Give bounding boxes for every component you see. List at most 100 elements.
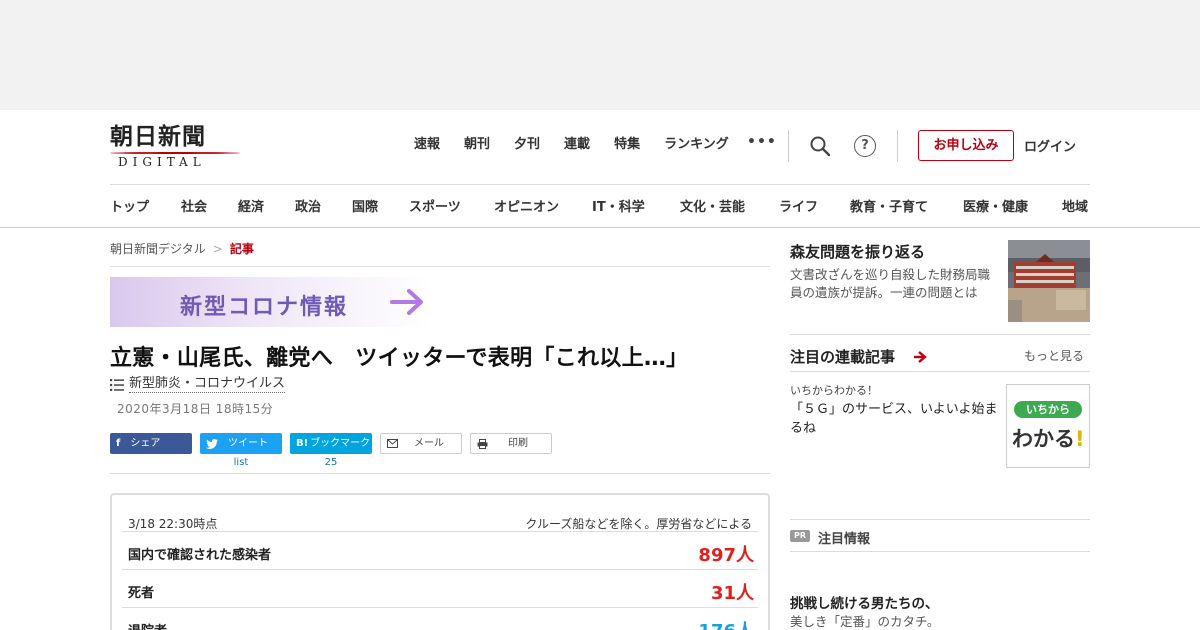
school-building-photo <box>1008 240 1090 322</box>
site-header: 朝日新聞 DIGITAL 速報 朝刊 夕刊 連載 特集 ランキング ••• ? … <box>0 110 1200 228</box>
divider <box>110 184 1090 185</box>
stats-row: 退院者 176人 <box>122 607 758 630</box>
divider <box>790 334 1090 335</box>
nav-tokushu[interactable]: 特集 <box>614 134 640 156</box>
category-nav: トップ 社会 経済 政治 国際 スポーツ オピニオン IT・科学 文化・芸能 ラ… <box>110 196 1100 216</box>
mail-label: メール <box>414 438 444 449</box>
pr-heading: 注目情報 <box>818 532 871 547</box>
stats-label: 死者 <box>128 586 155 601</box>
stats-value: 897人 <box>698 545 754 566</box>
feature-title[interactable]: 森友問題を振り返る <box>790 241 925 262</box>
facebook-share-label: シェア <box>130 438 161 449</box>
hatena-icon: B! <box>296 438 309 449</box>
divider <box>897 130 898 162</box>
list-icon <box>110 378 124 391</box>
twitter-share-label: ツイート <box>228 438 268 449</box>
nav-chokan[interactable]: 朝刊 <box>464 134 490 156</box>
pr-badge: PR <box>790 530 810 542</box>
series-thumbnail[interactable]: いちから わかる! <box>1006 384 1090 468</box>
publish-date: 2020年3月18日 18時15分 <box>117 402 274 416</box>
stats-value: 31人 <box>710 583 754 604</box>
site-logo[interactable]: 朝日新聞 DIGITAL <box>110 124 242 170</box>
category-health[interactable]: 医療・健康 <box>963 196 1028 215</box>
print-button[interactable]: 印刷 <box>470 433 552 454</box>
login-link[interactable]: ログイン <box>1024 136 1076 155</box>
category-life[interactable]: ライフ <box>779 196 818 215</box>
infection-stats-box: 3/18 22:30時点 クルーズ船などを除く。厚労省などによる 国内で確認され… <box>110 493 770 630</box>
topic-tag[interactable]: 新型肺炎・コロナウイルス <box>110 376 286 393</box>
nav-rensai[interactable]: 連載 <box>564 134 590 156</box>
badge-main-text: わかる <box>1012 427 1075 451</box>
search-icon[interactable] <box>809 135 831 157</box>
badge-top: いちから <box>1014 401 1082 418</box>
mail-button[interactable]: メール <box>380 433 462 454</box>
divider <box>790 371 1090 372</box>
banner-text: 新型コロナ情報 <box>180 295 349 320</box>
more-link[interactable]: もっと見る <box>1024 347 1084 364</box>
help-icon[interactable]: ? <box>854 135 876 157</box>
category-it-science[interactable]: IT・科学 <box>592 196 645 215</box>
facebook-icon: f <box>116 438 121 449</box>
print-label: 印刷 <box>508 438 528 449</box>
corona-info-banner[interactable]: 新型コロナ情報 <box>110 277 430 327</box>
nav-ranking[interactable]: ランキング <box>664 134 729 156</box>
logo-wordmark: 朝日新聞 <box>110 123 206 150</box>
logo-rule <box>110 152 240 154</box>
series-title[interactable]: 「５Ｇ」のサービス、いよいよ始まるね <box>790 400 1002 438</box>
top-nav: 速報 朝刊 夕刊 連載 特集 ランキング <box>414 134 753 156</box>
category-top[interactable]: トップ <box>110 196 149 215</box>
stats-row: 死者 31人 <box>122 569 758 607</box>
hatena-count[interactable]: 25 <box>290 457 372 468</box>
category-kokusai[interactable]: 国際 <box>352 196 378 215</box>
logo-subtitle: DIGITAL <box>118 155 206 169</box>
stats-note: クルーズ船などを除く。厚労省などによる <box>525 517 752 531</box>
stats-timestamp: 3/18 22:30時点 <box>128 517 218 531</box>
category-seiji[interactable]: 政治 <box>295 196 321 215</box>
mail-icon <box>387 439 398 448</box>
stats-value: 176人 <box>698 617 754 630</box>
category-opinion[interactable]: オピニオン <box>494 196 559 215</box>
stats-label: 退院者 <box>128 620 167 630</box>
divider <box>110 473 770 474</box>
ad-banner-area <box>0 0 1200 110</box>
twitter-count[interactable]: list <box>200 457 282 468</box>
twitter-icon <box>206 438 218 449</box>
series-heading-label: 注目の連載記事 <box>790 348 896 366</box>
facebook-share-button[interactable]: f シェア <box>110 433 192 454</box>
category-local[interactable]: 地域 <box>1062 196 1088 215</box>
series-heading[interactable]: 注目の連載記事 <box>790 346 895 367</box>
arrow-right-icon <box>390 289 423 315</box>
divider <box>790 551 1090 552</box>
stats-row: 国内で確認された感染者 897人 <box>122 531 758 569</box>
badge-bang: ! <box>1075 427 1085 451</box>
category-sports[interactable]: スポーツ <box>409 196 461 215</box>
feature-thumbnail[interactable] <box>1008 240 1090 322</box>
ad-title[interactable]: 挑戦し続ける男たちの、 <box>790 592 939 612</box>
series-kicker: いちからわかる！ <box>790 384 878 397</box>
subscribe-button[interactable]: お申し込み <box>918 130 1014 161</box>
hatena-label: ブックマーク <box>310 438 371 449</box>
breadcrumb-separator: > <box>212 242 223 256</box>
hatena-bookmark-button[interactable]: B! ブックマーク <box>290 433 372 454</box>
nav-yukan[interactable]: 夕刊 <box>514 134 540 156</box>
nav-sokuho[interactable]: 速報 <box>414 134 440 156</box>
stats-label: 国内で確認された感染者 <box>128 548 272 563</box>
category-education[interactable]: 教育・子育て <box>850 196 928 215</box>
category-culture[interactable]: 文化・芸能 <box>680 196 745 215</box>
divider <box>788 130 789 162</box>
more-menu-icon[interactable]: ••• <box>747 134 777 150</box>
feature-summary[interactable]: 文書改ざんを巡り自殺した財務局職員の遺族が提訴。一連の問題とは <box>790 266 1002 302</box>
article-headline: 立憲・山尾氏、離党へ ツイッターで表明「これ以上…」 <box>110 346 689 371</box>
breadcrumb-current: 記事 <box>229 242 254 256</box>
breadcrumb-home[interactable]: 朝日新聞デジタル <box>110 242 206 256</box>
badge-main: わかる! <box>1012 423 1085 453</box>
breadcrumb: 朝日新聞デジタル > 記事 <box>110 240 254 257</box>
twitter-share-button[interactable]: ツイート <box>200 433 282 454</box>
ad-text[interactable]: 美しき「定番」のカタチ。 <box>790 613 939 630</box>
divider <box>790 519 1090 520</box>
print-icon <box>477 438 488 449</box>
category-shakai[interactable]: 社会 <box>181 196 207 215</box>
divider <box>110 266 770 267</box>
category-keizai[interactable]: 経済 <box>238 196 264 215</box>
topic-label: 新型肺炎・コロナウイルス <box>129 376 286 393</box>
